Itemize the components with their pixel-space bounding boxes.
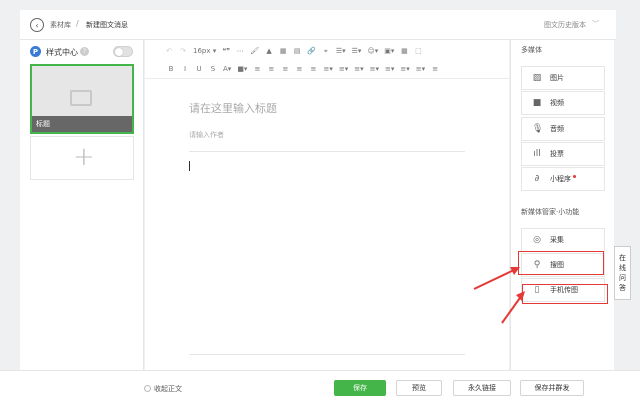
toolbar-r2-btn-11[interactable]: ≡▾ [323, 65, 332, 73]
toolbar-r1-btn-2[interactable]: 16px ▾ [193, 47, 216, 55]
breadcrumb-library[interactable]: 素材库 [50, 20, 71, 30]
toolbar-row-1: ↶ ↷ 16px ▾ ❝❞ ⋯ 🖌 ▲ ▦ ▤ 🔗 ⌖ ☰▾ ☰▾ ☺▾ ▣▾ ▦ ⬚ [165, 44, 422, 58]
image-icon: ▨ [532, 73, 542, 83]
toolbar-r2-btn-10[interactable]: ≡ [309, 65, 317, 73]
collect-icon: ◎ [533, 235, 541, 245]
toolbar-r1-btn-9[interactable]: 🔗 [307, 47, 316, 55]
footer-bar: 收起正文 保存 预览 永久链接 保存并群发 [0, 370, 640, 404]
toolbar-r2-btn-13[interactable]: ≡▾ [354, 65, 363, 73]
toolbar-r1-btn-7[interactable]: ▦ [279, 47, 287, 55]
collapse-label[interactable]: 收起正文 [154, 384, 182, 394]
toolbar-divider [145, 78, 509, 79]
toolbar-r1-btn-11[interactable]: ☰▾ [336, 47, 346, 55]
toolbar-row-2: B I U S A▾ ■▾ ≡ ≡ ≡ ≡ ≡ ≡▾ ≡▾ ≡▾ ≡▾ ≡▾ ≡▾ ≡▾ ≡ [167, 62, 439, 76]
save-button[interactable]: 保存 [334, 380, 386, 396]
media-label: 投票 [550, 150, 564, 158]
author-underline [189, 151, 465, 152]
new-badge-dot [573, 174, 576, 178]
toolbar-r2-btn-12[interactable]: ≡▾ [339, 65, 348, 73]
history-version-link[interactable]: 图文历史版本 [544, 20, 586, 30]
insert-audio-button[interactable]: 🎙 音频 [521, 117, 605, 141]
style-center-toggle[interactable] [113, 46, 133, 57]
toolbar-r1-btn-5[interactable]: 🖌 [250, 47, 259, 55]
style-center-title[interactable]: 样式中心 [46, 47, 78, 58]
content-bottom-line [189, 354, 465, 355]
title-input[interactable]: 请在这里输入标题 [189, 100, 277, 116]
tools-section-title: 新媒体管家·小功能 [521, 208, 580, 216]
article-card[interactable]: 标题 [30, 64, 134, 134]
toolbar-r2-btn-1[interactable]: I [181, 65, 189, 73]
toolbar-r2-btn-14[interactable]: ≡▾ [370, 65, 379, 73]
media-label: 小程序 [550, 175, 571, 183]
media-label: 音频 [550, 125, 564, 133]
toolbar-r2-btn-8[interactable]: ≡ [281, 65, 289, 73]
chevron-down-icon[interactable]: ﹀ [592, 19, 599, 29]
back-icon[interactable]: ‹ [30, 18, 44, 32]
toolbar-r1-btn-6[interactable]: ▲ [265, 47, 273, 55]
collapse-radio[interactable] [144, 385, 151, 392]
audio-icon: 🎙 [532, 124, 544, 134]
miniprogram-icon: ∂ [534, 174, 540, 184]
online-qa-char: 线 [619, 264, 626, 272]
toolbar-r1-btn-3[interactable]: ❝❞ [222, 47, 230, 55]
plus-icon: + [73, 142, 95, 172]
article-list-panel: P 样式中心 ? 标题 + [20, 40, 144, 370]
insert-poll-button[interactable]: ıll 投票 [521, 142, 605, 166]
breadcrumb-separator: / [76, 19, 79, 28]
toolbar-r2-btn-5[interactable]: ■▾ [237, 65, 247, 73]
article-card-title: 标题 [36, 120, 50, 128]
toolbar-r1-btn-13[interactable]: ☺▾ [367, 47, 378, 55]
toolbar-r1-btn-16[interactable]: ⬚ [414, 47, 422, 55]
toolbar-r1-btn-0[interactable]: ↶ [165, 47, 173, 55]
editor-area: ↶ ↷ 16px ▾ ❝❞ ⋯ 🖌 ▲ ▦ ▤ 🔗 ⌖ ☰▾ ☰▾ ☺▾ ▣▾ ▦ ⬚ B I U S A▾ ■▾ ≡ ≡ ≡ ≡… [145, 40, 509, 370]
video-icon: ■ [532, 98, 542, 108]
help-icon[interactable]: ? [80, 47, 89, 56]
toolbar-r2-btn-9[interactable]: ≡ [295, 65, 303, 73]
preview-button[interactable]: 预览 [396, 380, 442, 396]
image-placeholder-icon [70, 90, 92, 106]
toolbar-r2-btn-7[interactable]: ≡ [267, 65, 275, 73]
author-input[interactable]: 请输入作者 [189, 130, 224, 140]
online-qa-char: 在 [619, 254, 626, 262]
annotation-box-search [518, 251, 604, 275]
insert-image-button[interactable]: ▨ 图片 [521, 66, 605, 90]
toolbar-r2-btn-2[interactable]: U [195, 65, 203, 73]
insert-video-button[interactable]: ■ 视频 [521, 91, 605, 115]
annotation-box-phone [522, 284, 608, 304]
media-label: 视频 [550, 99, 564, 107]
add-article-button[interactable]: + [30, 136, 134, 180]
breadcrumb-current: 新建图文消息 [86, 21, 128, 29]
toolbar-r2-btn-18[interactable]: ≡ [431, 65, 439, 73]
permalink-button[interactable]: 永久链接 [453, 380, 511, 396]
toolbar-r1-btn-15[interactable]: ▦ [400, 47, 408, 55]
toolbar-r2-btn-16[interactable]: ≡▾ [400, 65, 409, 73]
tool-label: 采集 [550, 236, 564, 244]
text-cursor [189, 161, 190, 171]
top-bar: ‹ 素材库 / 新建图文消息 图文历史版本 ﹀ [20, 10, 616, 40]
media-label: 图片 [550, 74, 564, 82]
collect-button[interactable]: ◎ 采集 [521, 228, 605, 252]
style-center-logo: P [30, 46, 41, 57]
toolbar-r1-btn-10[interactable]: ⌖ [322, 47, 330, 56]
toolbar-r1-btn-14[interactable]: ▣▾ [384, 47, 394, 55]
toolbar-r2-btn-15[interactable]: ≡▾ [385, 65, 394, 73]
toolbar-r1-btn-8[interactable]: ▤ [293, 47, 301, 55]
online-qa-char: 问 [619, 274, 626, 282]
toolbar-r2-btn-17[interactable]: ≡▾ [416, 65, 425, 73]
toolbar-r2-btn-4[interactable]: A▾ [223, 65, 231, 73]
toolbar-r2-btn-3[interactable]: S [209, 65, 217, 73]
online-qa-tab[interactable]: 在线问答 [614, 246, 631, 300]
toggle-knob [115, 48, 123, 56]
save-and-send-button[interactable]: 保存并群发 [520, 380, 584, 396]
insert-miniprogram-button[interactable]: ∂ 小程序 [521, 167, 605, 191]
toolbar-r2-btn-6[interactable]: ≡ [253, 65, 261, 73]
poll-icon: ıll [533, 149, 541, 159]
annotation-arrows [473, 267, 525, 324]
toolbar-r1-btn-12[interactable]: ☰▾ [352, 47, 362, 55]
media-section-title: 多媒体 [521, 46, 542, 54]
toolbar-r2-btn-0[interactable]: B [167, 65, 175, 73]
toolbar-r1-btn-1[interactable]: ↷ [179, 47, 187, 55]
online-qa-char: 答 [619, 284, 626, 292]
toolbar-r1-btn-4[interactable]: ⋯ [236, 47, 244, 55]
